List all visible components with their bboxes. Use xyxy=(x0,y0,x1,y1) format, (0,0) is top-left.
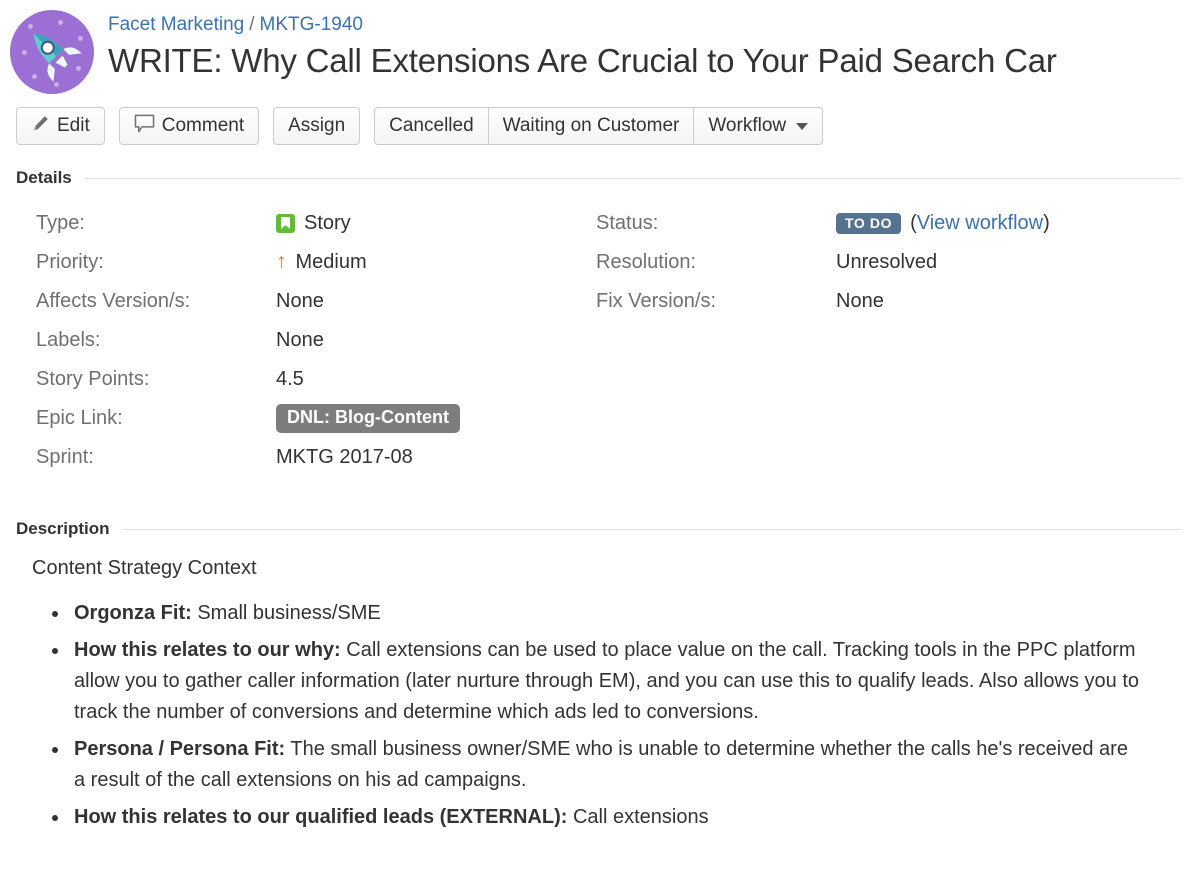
description-bullet-list: Orgonza Fit: Small business/SME How this… xyxy=(32,598,1200,833)
details-divider xyxy=(83,177,1182,179)
description-intro: Content Strategy Context xyxy=(32,557,257,579)
rocket-avatar-icon xyxy=(10,10,94,94)
list-item-label: How this relates to our qualified leads … xyxy=(74,806,568,828)
list-item-label: How this relates to our why: xyxy=(74,639,341,661)
list-item-text: Small business/SME xyxy=(191,602,381,624)
chevron-down-icon xyxy=(796,122,809,130)
type-value: Story xyxy=(276,204,596,243)
priority-label: Priority: xyxy=(36,251,104,273)
list-item: Persona / Persona Fit: The small busines… xyxy=(70,734,1144,796)
epic-link-label: Epic Link: xyxy=(36,407,123,429)
details-grid: Type: Story Status: TO DO (View workflow… xyxy=(0,204,1200,477)
waiting-on-customer-transition-button[interactable]: Waiting on Customer xyxy=(487,107,695,145)
breadcrumb-issue-key-link[interactable]: MKTG-1940 xyxy=(260,14,363,35)
affects-version-value: None xyxy=(276,290,324,312)
priority-value: ↑ Medium xyxy=(276,243,596,282)
affects-version-label: Affects Version/s: xyxy=(36,290,191,312)
issue-header: Facet Marketing / MKTG-1940 WRITE: Why Cal… xyxy=(0,0,1200,96)
header-text-block: Facet Marketing / MKTG-1940 WRITE: Why Cal… xyxy=(108,8,1200,104)
list-item: How this relates to our why: Call extens… xyxy=(70,635,1144,728)
list-item-label: Persona / Persona Fit: xyxy=(74,738,286,760)
story-icon xyxy=(276,214,295,233)
type-value-text: Story xyxy=(304,212,351,234)
list-item: Orgonza Fit: Small business/SME xyxy=(70,598,1144,629)
list-item-text: Call extensions xyxy=(567,806,709,828)
page-title: WRITE: Why Call Extensions Are Crucial t… xyxy=(108,42,1057,79)
spacer-cell-e xyxy=(596,399,836,438)
assign-button-label: Assign xyxy=(288,115,346,136)
speech-bubble-icon xyxy=(134,114,155,139)
assign-button[interactable]: Assign xyxy=(273,107,361,145)
workflow-transition-group: Cancelled Waiting on Customer Workflow xyxy=(360,107,824,145)
description-body: Content Strategy Context Orgonza Fit: Sm… xyxy=(0,553,1200,833)
list-item-label: Orgonza Fit: xyxy=(74,602,192,624)
description-section-header: Description xyxy=(16,519,1182,539)
spacer-cell-g xyxy=(596,438,836,477)
breadcrumb-project-link[interactable]: Facet Marketing xyxy=(108,14,244,35)
fix-version-label: Fix Version/s: xyxy=(596,290,717,312)
story-points-value: 4.5 xyxy=(276,368,304,390)
type-label: Type: xyxy=(36,212,85,234)
labels-label: Labels: xyxy=(36,329,101,351)
breadcrumb: Facet Marketing / MKTG-1940 xyxy=(108,12,1200,38)
sprint-label: Sprint: xyxy=(36,446,94,468)
spacer-cell-f xyxy=(836,399,1200,438)
list-item: How this relates to our qualified leads … xyxy=(70,802,1144,833)
details-heading: Details xyxy=(16,168,72,187)
status-label: Status: xyxy=(596,212,659,234)
status-value: TO DO (View workflow) xyxy=(836,204,1200,243)
details-section-header: Details xyxy=(16,168,1182,188)
waiting-on-customer-button-label: Waiting on Customer xyxy=(502,115,680,136)
spacer-cell-b xyxy=(836,321,1200,360)
arrow-up-icon: ↑ xyxy=(276,250,287,273)
view-workflow-link[interactable]: View workflow xyxy=(917,212,1043,234)
priority-value-text: Medium xyxy=(295,251,367,273)
resolution-label: Resolution: xyxy=(596,251,697,273)
resolution-value: Unresolved xyxy=(836,251,938,273)
description-divider xyxy=(121,528,1182,530)
issue-toolbar: Edit Comment Assign Cancelled Waiting on… xyxy=(0,102,1200,150)
spacer-cell-a xyxy=(596,321,836,360)
workflow-dropdown-button[interactable]: Workflow xyxy=(693,107,824,145)
fix-version-value: None xyxy=(836,290,884,312)
spacer-cell-c xyxy=(596,360,836,399)
comment-button-label: Comment xyxy=(161,115,245,136)
cancelled-button-label: Cancelled xyxy=(389,115,474,136)
edit-button[interactable]: Edit xyxy=(16,107,105,145)
pencil-icon xyxy=(31,114,50,139)
status-badge: TO DO xyxy=(836,213,902,234)
paren-open: ( xyxy=(910,212,917,234)
comment-button[interactable]: Comment xyxy=(118,107,260,145)
breadcrumb-separator: / xyxy=(249,14,255,35)
spacer-cell-d xyxy=(836,360,1200,399)
epic-link-value: DNL: Blog-Content xyxy=(276,399,596,438)
labels-value: None xyxy=(276,329,324,351)
workflow-button-label: Workflow xyxy=(708,115,787,136)
cancelled-transition-button[interactable]: Cancelled xyxy=(374,107,489,145)
sprint-value: MKTG 2017-08 xyxy=(276,446,413,468)
epic-link-badge[interactable]: DNL: Blog-Content xyxy=(276,404,460,433)
edit-button-label: Edit xyxy=(57,115,90,136)
story-points-label: Story Points: xyxy=(36,368,150,390)
description-heading: Description xyxy=(16,519,110,538)
view-workflow-wrapper: (View workflow) xyxy=(910,204,1050,243)
paren-close: ) xyxy=(1043,212,1050,234)
spacer-cell-h xyxy=(836,438,1200,477)
